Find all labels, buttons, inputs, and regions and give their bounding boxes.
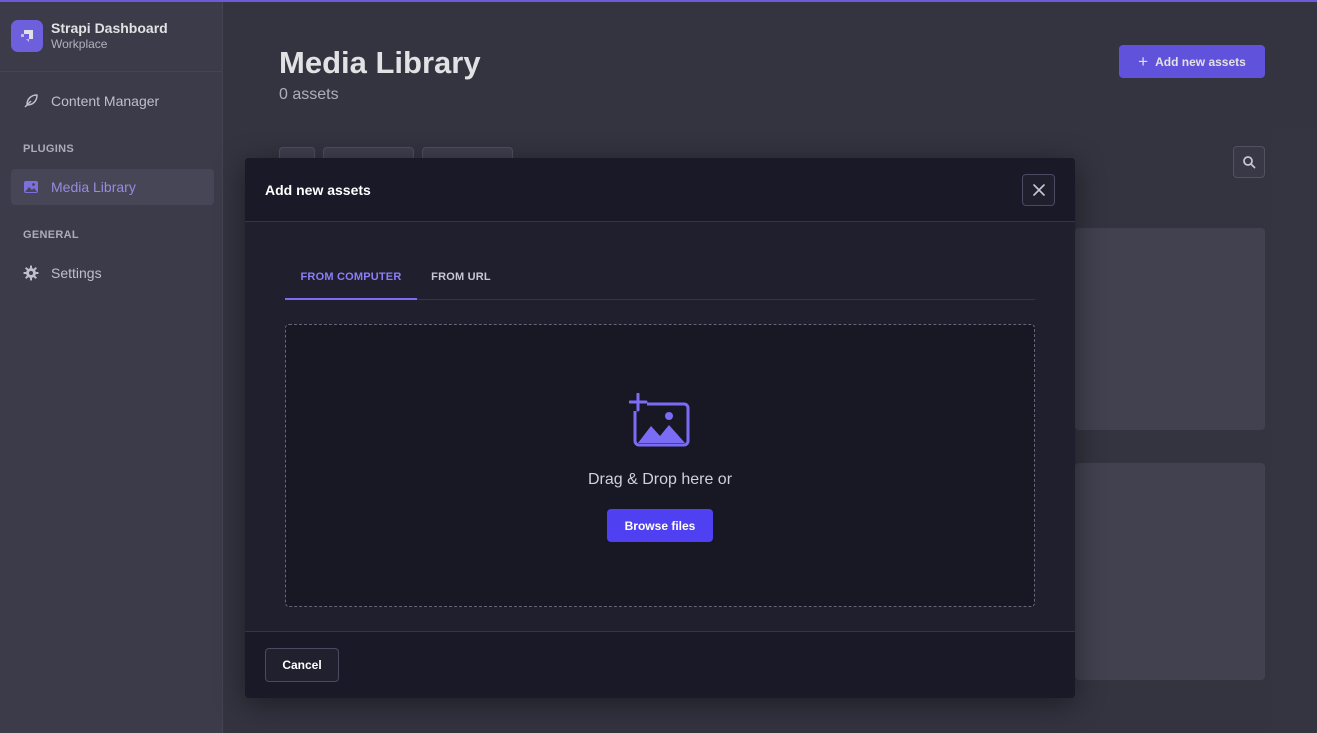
add-assets-modal: Add new assets FROM COMPUTER FROM URL Dr… xyxy=(245,158,1075,698)
dropzone-text: Drag & Drop here or xyxy=(587,471,733,488)
modal-header: Add new assets xyxy=(245,158,1075,222)
cancel-button[interactable]: Cancel xyxy=(265,648,339,682)
top-accent-bar xyxy=(0,0,1317,2)
tab-label: FROM COMPUTER xyxy=(300,270,402,283)
tab-from-url[interactable]: FROM URL xyxy=(417,255,505,299)
close-button[interactable] xyxy=(1022,174,1055,206)
modal-title: Add new assets xyxy=(265,181,371,198)
close-icon xyxy=(1032,184,1045,196)
browse-files-button[interactable]: Browse files xyxy=(607,509,713,542)
modal-footer: Cancel xyxy=(245,631,1075,698)
upload-source-tabs: FROM COMPUTER FROM URL xyxy=(285,255,1035,300)
tab-label: FROM URL xyxy=(431,271,491,283)
add-image-icon xyxy=(629,393,690,447)
tab-from-computer[interactable]: FROM COMPUTER xyxy=(285,255,417,300)
file-dropzone[interactable]: Drag & Drop here or Browse files xyxy=(285,324,1035,607)
